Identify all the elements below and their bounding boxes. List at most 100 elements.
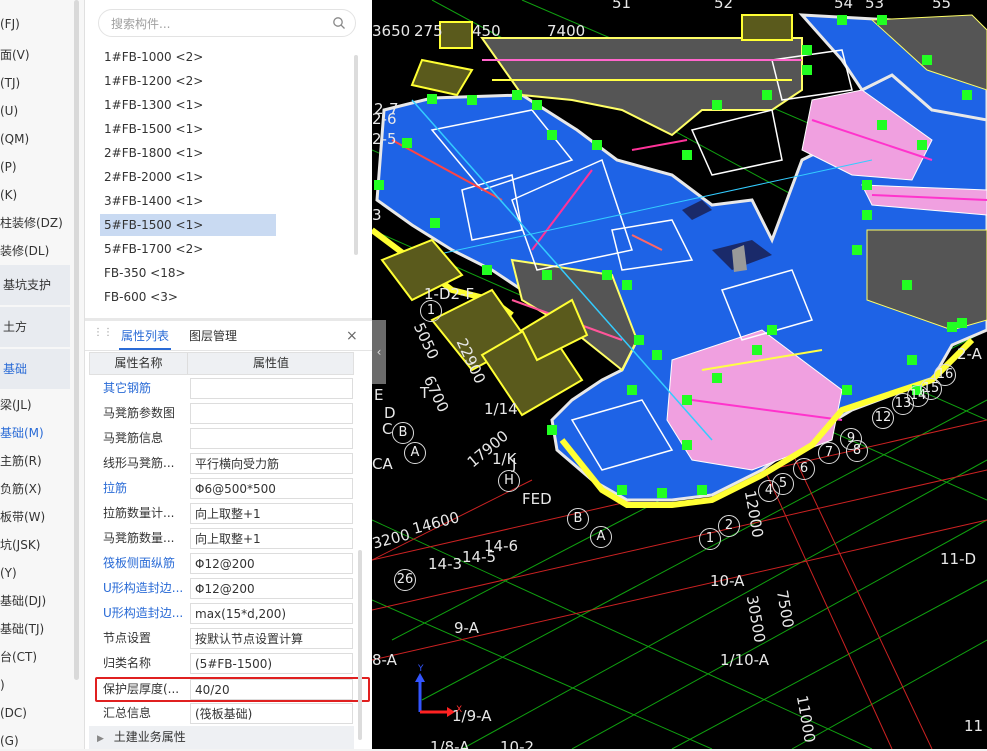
nav-item[interactable]: 柱装修(DZ) — [0, 209, 70, 237]
nav-item[interactable]: 负筋(X) — [0, 475, 70, 503]
property-value[interactable]: 按默认节点设置计算 — [190, 628, 353, 649]
tab-property-list[interactable]: 属性列表 — [119, 322, 172, 350]
left-nav: (FJ) 面(V) (TJ) (U) (QM) (P) (K) 柱装修(DZ) … — [0, 0, 84, 749]
property-name: 马凳筋信息 — [103, 431, 164, 445]
axis-bubble: A — [404, 442, 426, 464]
axis-bubble: B — [567, 508, 589, 530]
list-item[interactable]: 1#FB-1300 <1> — [100, 94, 276, 116]
nav-item[interactable]: 坑(JSK) — [0, 531, 70, 559]
collapse-panel-button[interactable]: ‹ — [372, 320, 386, 384]
nav-item[interactable]: 基础(TJ) — [0, 615, 70, 643]
list-item[interactable]: 1#FB-1200 <2> — [100, 70, 276, 92]
column-header-value: 属性值 — [187, 353, 354, 374]
table-row: 拉筋数量计... 向上取整+1 — [89, 501, 354, 526]
nav-item[interactable]: 台(CT) — [0, 643, 70, 671]
property-value[interactable] — [190, 403, 353, 424]
list-item[interactable]: 1#FB-1000 <2> — [100, 46, 276, 68]
list-item[interactable]: 2#FB-2000 <1> — [100, 166, 276, 188]
property-value[interactable]: 平行横向受力筋 — [190, 453, 353, 474]
nav-item[interactable]: (DC) — [0, 699, 70, 727]
axis-bubble: H — [498, 470, 520, 492]
nav-item[interactable]: (U) — [0, 97, 70, 125]
property-value[interactable]: 向上取整+1 — [190, 503, 353, 524]
search-icon[interactable] — [332, 16, 346, 30]
property-name[interactable]: U形构造封边... — [103, 576, 189, 601]
list-item[interactable]: 3#FB-1400 <1> — [100, 190, 276, 212]
axis-bubble: 1 — [420, 300, 442, 322]
property-name[interactable]: U形构造封边... — [103, 601, 189, 626]
nav-scrollbar[interactable] — [74, 0, 79, 680]
list-item[interactable]: 5#FB-1700 <2> — [100, 238, 276, 260]
property-value[interactable]: Φ12@200 — [190, 553, 353, 574]
list-item[interactable]: FB-600 <3> — [100, 286, 276, 308]
property-name[interactable]: 拉筋 — [103, 476, 189, 501]
property-name[interactable]: 其它钢筋 — [103, 376, 189, 401]
property-value[interactable]: Φ6@500*500 — [190, 478, 353, 499]
axis-label: C — [382, 420, 393, 438]
nav-section-pit-support[interactable]: 基坑支护 — [0, 265, 70, 305]
table-row: 汇总信息 (筏板基础) — [89, 701, 354, 726]
nav-item[interactable]: (K) — [0, 181, 70, 209]
nav-item[interactable]: 板带(W) — [0, 503, 70, 531]
3d-viewport[interactable]: 3650 275 450 7400 2-7 2-6 2-5 3 1-D2-F 5… — [372, 0, 987, 749]
property-value[interactable]: (筏板基础) — [190, 703, 353, 724]
panel-splitter[interactable] — [85, 318, 373, 321]
axis-label: 55 — [932, 0, 952, 12]
axis-bubble: 14 — [907, 385, 929, 407]
search-box — [98, 9, 356, 37]
tab-layer-management[interactable]: 图层管理 — [189, 322, 237, 350]
expand-icon[interactable]: ▶ — [97, 734, 104, 744]
axis-label: 9-A — [454, 619, 479, 637]
dim-label: 7400 — [547, 22, 586, 40]
axis-label: 11-D — [940, 550, 977, 568]
nav-item[interactable]: (G) — [0, 727, 70, 749]
table-row: 节点设置 按默认节点设置计算 — [89, 626, 354, 651]
table-row: 其它钢筋 — [89, 376, 354, 401]
drag-handle-icon[interactable]: ⋮⋮ — [93, 328, 113, 343]
property-value[interactable]: Φ12@200 — [190, 578, 353, 599]
property-name: 马凳筋数量... — [103, 531, 175, 545]
list-scrollbar[interactable] — [354, 55, 358, 255]
nav-item[interactable]: 基础(DJ) — [0, 587, 70, 615]
nav-item[interactable]: 梁(JL) — [0, 391, 70, 419]
axis-bubble: 6 — [793, 458, 815, 480]
nav-item[interactable]: (QM) — [0, 125, 70, 153]
list-item[interactable]: FB-350 <18> — [100, 262, 276, 284]
nav-item-raft-foundation[interactable]: 基础(M) — [0, 419, 70, 447]
nav-item[interactable]: 装修(DL) — [0, 237, 70, 265]
list-item[interactable]: 1#FB-1500 <1> — [100, 118, 276, 140]
column-header-name: 属性名称 — [114, 356, 163, 370]
nav-item[interactable]: ) — [0, 671, 70, 699]
search-input[interactable] — [109, 14, 333, 34]
highlight-annotation — [95, 677, 370, 702]
property-name: 马凳筋参数图 — [103, 406, 176, 420]
axis-bubble: 4 — [758, 480, 780, 502]
nav-item[interactable]: 面(V) — [0, 41, 70, 69]
nav-section-foundation[interactable]: 基础 — [0, 349, 70, 389]
list-item-selected[interactable]: 5#FB-1500 <1> — [100, 214, 276, 236]
property-group-civil[interactable]: ▶ 土建业务属性 — [89, 726, 354, 749]
property-name[interactable]: 筏板侧面纵筋 — [103, 551, 189, 576]
nav-item[interactable]: (P) — [0, 153, 70, 181]
nav-item[interactable]: (FJ) — [0, 10, 70, 38]
close-icon[interactable]: × — [346, 328, 358, 344]
nav-item[interactable]: 主筋(R) — [0, 447, 70, 475]
property-value[interactable]: max(15*d,200) — [190, 603, 353, 624]
property-value[interactable]: 向上取整+1 — [190, 528, 353, 549]
dim-label: 275 — [414, 22, 443, 40]
property-scrollbar[interactable] — [358, 550, 362, 740]
property-value[interactable] — [190, 428, 353, 449]
nav-item[interactable]: (TJ) — [0, 69, 70, 97]
property-tabs: ⋮⋮ 属性列表 图层管理 × — [85, 322, 373, 351]
axis-label: 10-A — [710, 572, 745, 590]
property-name: 节点设置 — [103, 631, 152, 645]
nav-section-earthwork[interactable]: 土方 — [0, 307, 70, 347]
property-value[interactable] — [190, 378, 353, 399]
axis-bubble: 8 — [846, 440, 868, 462]
list-item[interactable]: 2#FB-1800 <1> — [100, 142, 276, 164]
axis-label: 54 — [834, 0, 854, 12]
axis-label: CA — [372, 455, 393, 473]
property-value[interactable]: (5#FB-1500) — [190, 653, 353, 674]
axis-bubble: 2 — [718, 515, 740, 537]
nav-item[interactable]: (Y) — [0, 559, 70, 587]
